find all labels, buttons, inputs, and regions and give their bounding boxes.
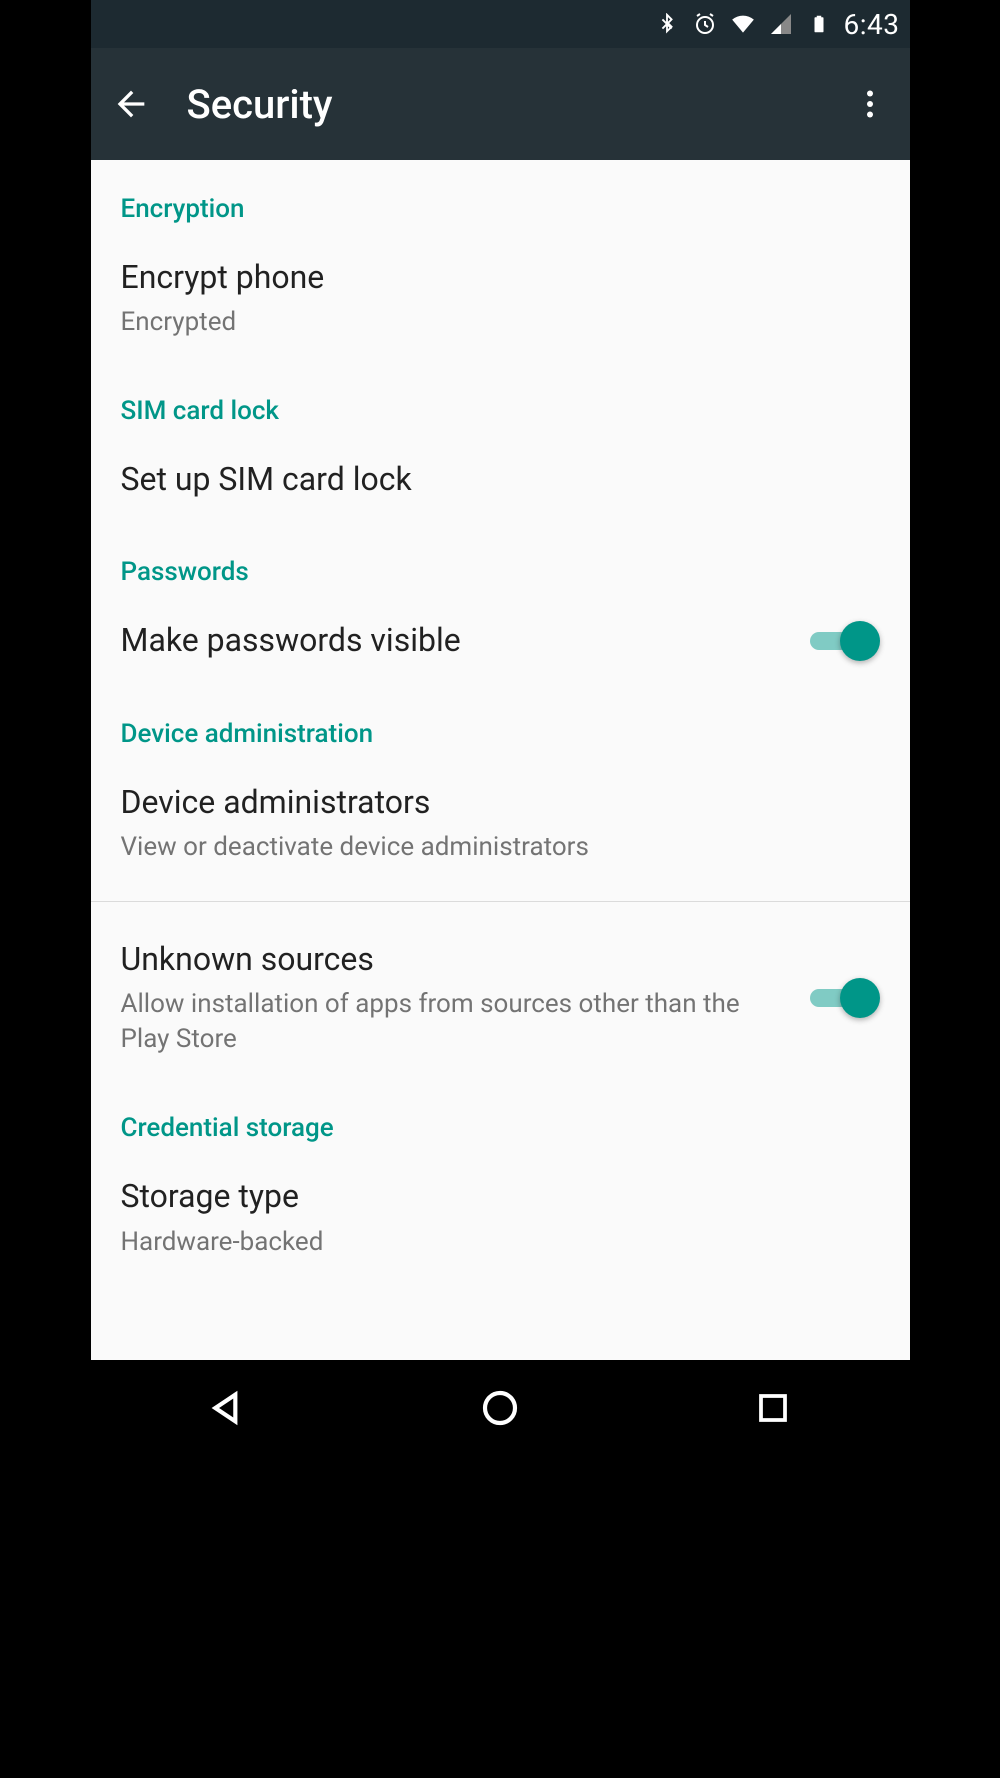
divider — [91, 901, 910, 902]
item-subtitle: Hardware-backed — [121, 1225, 860, 1260]
switch-thumb — [840, 978, 880, 1018]
item-sim-setup[interactable]: Set up SIM card lock — [91, 436, 910, 523]
square-recents-icon — [755, 1390, 791, 1426]
item-title: Make passwords visible — [121, 619, 784, 662]
circle-home-icon — [480, 1388, 520, 1428]
item-title: Unknown sources — [121, 938, 784, 981]
bluetooth-icon — [654, 11, 680, 37]
nav-back-button[interactable] — [167, 1378, 287, 1438]
settings-list[interactable]: Encryption Encrypt phone Encrypted SIM c… — [91, 160, 910, 1360]
section-header-encryption: Encryption — [91, 160, 910, 234]
section-header-sim: SIM card lock — [91, 362, 910, 436]
item-title: Set up SIM card lock — [121, 458, 860, 501]
section-header-credential: Credential storage — [91, 1079, 910, 1153]
item-subtitle: View or deactivate device administrators — [121, 830, 860, 865]
back-button[interactable] — [107, 80, 155, 128]
status-time: 6:43 — [844, 8, 900, 41]
app-bar: Security — [91, 48, 910, 160]
unknown-sources-toggle[interactable] — [804, 978, 880, 1018]
section-header-device-admin: Device administration — [91, 685, 910, 759]
item-passwords-visible[interactable]: Make passwords visible — [91, 597, 910, 684]
item-encrypt-phone[interactable]: Encrypt phone Encrypted — [91, 234, 910, 362]
section-header-passwords: Passwords — [91, 523, 910, 597]
battery-icon — [806, 11, 832, 37]
alarm-icon — [692, 11, 718, 37]
nav-bar — [91, 1360, 910, 1456]
item-device-administrators[interactable]: Device administrators View or deactivate… — [91, 759, 910, 887]
item-title: Encrypt phone — [121, 256, 860, 299]
item-subtitle: Allow installation of apps from sources … — [121, 987, 784, 1057]
status-bar: 6:43 — [91, 0, 910, 48]
back-arrow-icon — [111, 84, 151, 124]
nav-recents-button[interactable] — [713, 1378, 833, 1438]
page-title: Security — [187, 81, 846, 128]
passwords-visible-toggle[interactable] — [804, 621, 880, 661]
item-unknown-sources[interactable]: Unknown sources Allow installation of ap… — [91, 916, 910, 1079]
switch-thumb — [840, 621, 880, 661]
more-vert-icon — [852, 86, 888, 122]
nav-home-button[interactable] — [440, 1378, 560, 1438]
item-subtitle: Encrypted — [121, 305, 860, 340]
wifi-icon — [730, 11, 756, 37]
overflow-menu-button[interactable] — [846, 80, 894, 128]
triangle-back-icon — [207, 1388, 247, 1428]
cell-signal-icon — [768, 11, 794, 37]
item-title: Device administrators — [121, 781, 860, 824]
item-storage-type[interactable]: Storage type Hardware-backed — [91, 1153, 910, 1281]
item-title: Storage type — [121, 1175, 860, 1218]
